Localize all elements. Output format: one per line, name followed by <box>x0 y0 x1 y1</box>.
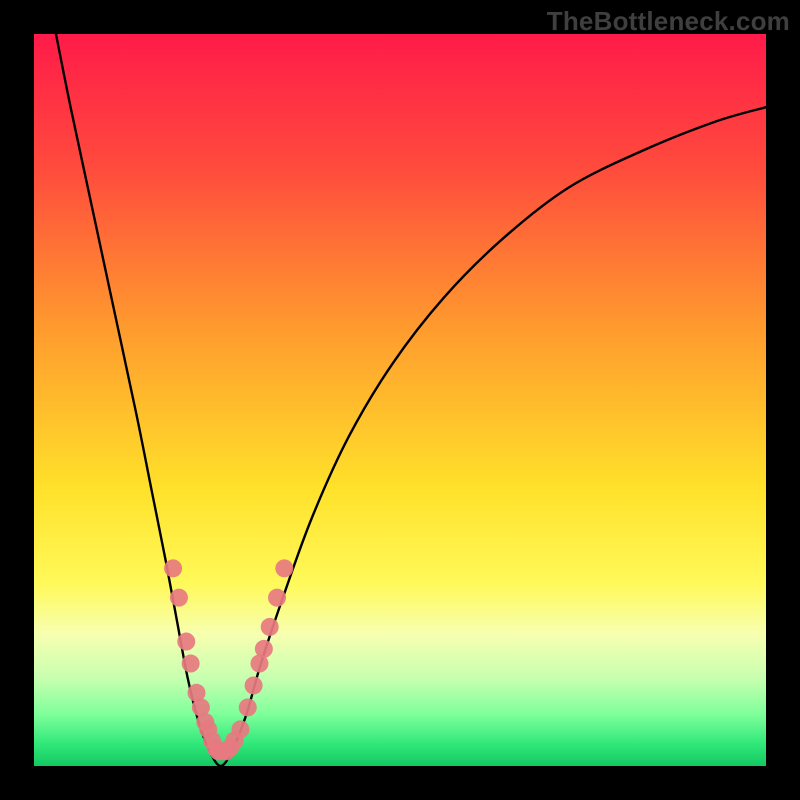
chart-svg <box>0 0 800 800</box>
chart-frame: TheBottleneck.com <box>0 0 800 800</box>
watermark-text: TheBottleneck.com <box>547 6 790 37</box>
bottleneck-curve <box>56 34 766 766</box>
highlight-dots <box>164 559 293 760</box>
